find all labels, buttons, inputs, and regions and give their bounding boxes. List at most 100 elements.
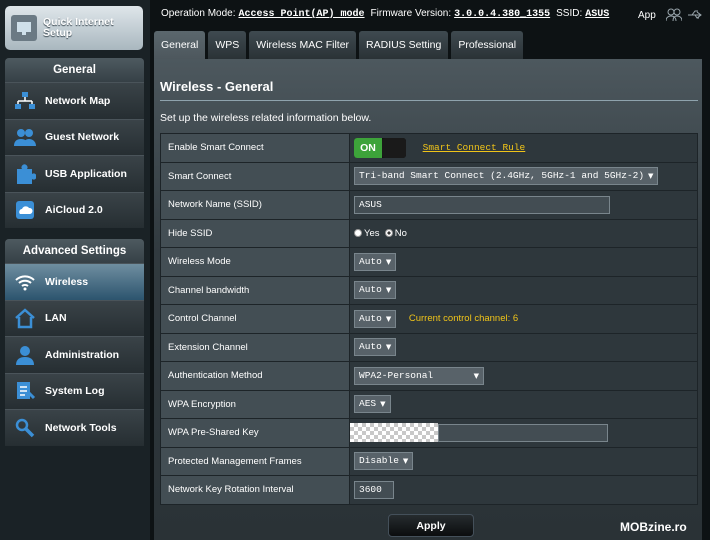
setup-wizard-icon [11,15,37,41]
table-row: Wireless Mode Auto ▼ [160,247,698,277]
cloud-icon [13,198,37,222]
sidebar-item-usb-application[interactable]: USB Application [5,155,144,192]
network-map-icon [13,89,37,113]
control-channel-select[interactable]: Auto ▼ [354,309,397,328]
general-menu-header: General [5,58,144,82]
puzzle-icon [13,162,37,186]
sidebar-item-label: AiCloud 2.0 [45,204,103,217]
tab-general[interactable]: General [154,31,206,59]
smart-connect-rule-link[interactable]: Smart Connect Rule [423,142,526,153]
psk-input[interactable] [438,423,608,442]
control-channel-label: Control Channel [160,304,350,334]
apply-button[interactable]: Apply [388,514,474,537]
sidebar-item-label: Wireless [45,275,89,288]
channel-bandwidth-select[interactable]: Auto ▼ [354,281,397,300]
quick-internet-setup-button[interactable]: Quick Internet Setup [5,6,143,50]
smart-connect-label: Enable Smart Connect [160,133,350,163]
sidebar-item-system-log[interactable]: System Log [5,372,144,409]
tab-wps[interactable]: WPS [208,31,247,59]
dropdown-arrow-icon: ▼ [473,371,479,380]
table-row: Control Channel Auto ▼ Current control ch… [160,304,698,334]
dropdown-arrow-icon: ▼ [385,343,392,352]
dropdown-arrow-icon: ▼ [648,172,654,181]
tab-professional[interactable]: Professional [451,31,524,59]
table-row: Hide SSID Yes No [160,218,698,248]
table-row: WPA Pre-Shared Key [160,418,698,448]
hide-ssid-yes-label: Yes [364,227,380,239]
wifi-icon [13,270,37,294]
ssid-input[interactable]: ASUS [354,195,610,214]
ssid-link[interactable]: ASUS [585,9,609,20]
sidebar-item-label: Network Map [45,94,111,107]
advanced-menu-header: Advanced Settings [5,239,144,263]
table-row: Authentication Method WPA2-Personal ▼ [160,361,698,391]
quick-internet-setup-label: Quick Internet Setup [43,16,114,39]
current-channel-info: Current control channel: 6 [408,313,519,325]
sidebar-item-label: USB Application [45,167,127,180]
ssid-label: SSID: [556,8,583,19]
table-row: Network Name (SSID) ASUS [160,190,698,220]
hide-ssid-no-radio[interactable] [384,229,393,238]
sidebar-item-network-tools[interactable]: Network Tools [5,409,144,446]
toggle-on-label: ON [354,137,382,158]
status-line: Operation Mode: Access Point(AP) mode Firm… [161,8,615,20]
log-icon [13,379,37,403]
wireless-mode-label: Wireless Mode [160,247,350,277]
sidebar-item-label: Administration [45,348,120,361]
guest-network-icon [13,125,37,149]
sidebar-item-label: Network Tools [45,421,117,434]
tab-radius-setting[interactable]: RADIUS Setting [359,31,449,59]
general-menu: General Network Map Guest Network USB Ap… [5,58,144,228]
top-status-bar: Operation Mode: Access Point(AP) mode Firm… [150,0,710,30]
smart-connect-mode-label: Smart Connect [160,161,350,191]
wireless-mode-select[interactable]: Auto ▼ [354,252,397,271]
smart-connect-toggle[interactable]: ON [354,137,406,158]
main-panel: Wireless - General Set up the wireless r… [154,59,702,540]
sidebar-item-lan[interactable]: LAN [5,299,144,336]
wpa-encryption-label: WPA Encryption [160,389,350,419]
operation-mode-link[interactable]: Access Point(AP) mode [239,9,365,20]
auth-method-label: Authentication Method [160,361,350,391]
sidebar-item-guest-network[interactable]: Guest Network [5,118,144,155]
pmf-select[interactable]: Disable ▼ [354,452,414,471]
tab-wireless-mac-filter[interactable]: Wireless MAC Filter [249,31,357,59]
home-icon [13,306,37,330]
page-title: Wireless - General [160,79,274,94]
wpa-encryption-select[interactable]: AES ▼ [354,395,391,414]
firmware-label: Firmware Version: [370,8,452,19]
wireless-settings-table: Enable Smart Connect ON Smart Connect Ru… [160,133,698,505]
table-row: Protected Management Frames Disable ▼ [160,446,698,476]
advanced-menu: Advanced Settings Wireless LAN Administr… [5,239,144,446]
tools-icon [13,416,37,440]
sidebar: Quick Internet Setup General Network Map… [0,0,150,540]
extension-channel-select[interactable]: Auto ▼ [354,338,397,357]
channel-bandwidth-label: Channel bandwidth [160,275,350,305]
sidebar-item-label: LAN [45,312,67,325]
table-row: Network Key Rotation Interval 3600 [160,475,698,505]
sidebar-item-aicloud[interactable]: AiCloud 2.0 [5,191,144,228]
operation-mode-label: Operation Mode: [161,8,236,19]
auth-method-select[interactable]: WPA2-Personal ▼ [354,366,484,385]
table-row: WPA Encryption AES ▼ [160,389,698,419]
sidebar-item-administration[interactable]: Administration [5,336,144,373]
firmware-link[interactable]: 3.0.0.4.380_1355 [454,9,550,20]
key-rotation-label: Network Key Rotation Interval [160,475,350,505]
dropdown-arrow-icon: ▼ [402,457,409,466]
hide-ssid-no-label: No [394,227,407,239]
clients-icon[interactable] [665,8,683,25]
usb-icon[interactable] [687,8,703,25]
sidebar-item-label: System Log [45,385,105,398]
table-row: Extension Channel Auto ▼ [160,332,698,362]
key-rotation-input[interactable]: 3600 [354,480,394,499]
title-divider [160,100,698,101]
admin-user-icon [13,343,37,367]
sidebar-item-wireless[interactable]: Wireless [5,263,144,300]
app-link[interactable]: App [638,10,656,21]
hide-ssid-yes-radio[interactable] [354,229,362,238]
hide-ssid-label: Hide SSID [160,218,350,248]
sidebar-item-network-map[interactable]: Network Map [5,82,144,119]
ssid-field-label: Network Name (SSID) [160,190,350,220]
table-row: Smart Connect Tri-band Smart Connect (2.… [160,161,698,191]
smart-connect-mode-select[interactable]: Tri-band Smart Connect (2.4GHz, 5GHz-1 a… [354,167,659,186]
table-row: Channel bandwidth Auto ▼ [160,275,698,305]
